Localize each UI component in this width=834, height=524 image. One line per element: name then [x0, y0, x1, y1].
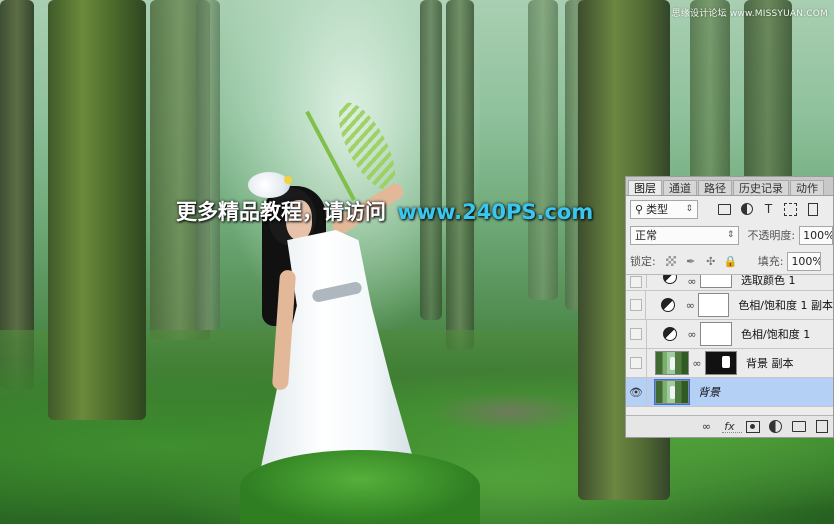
layer-row-background[interactable]: 👁 背景 [626, 378, 833, 407]
hair-flower [248, 172, 290, 198]
filter-icons: T [716, 201, 821, 218]
adjustment-layer-icon [655, 323, 684, 345]
layer-name: 色相/饱和度 1 [741, 328, 811, 341]
link-icon: ∞ [687, 327, 697, 341]
visibility-toggle[interactable] [626, 291, 647, 319]
layer-image-thumbnail[interactable] [655, 351, 689, 375]
visibility-toggle[interactable] [626, 320, 647, 348]
tree-trunk [528, 0, 558, 300]
blend-mode-value: 正常 [635, 229, 657, 242]
chevron-updown-icon: ⇕ [726, 230, 735, 240]
panel-tabs: 图层 通道 路径 历史记录 动作 [626, 177, 833, 196]
layer-name: 选取颜色 1 [741, 275, 796, 287]
blend-mode-dropdown[interactable]: 正常 ⇕ [630, 225, 740, 245]
new-layer-icon[interactable] [814, 419, 829, 434]
lock-position-icon[interactable]: ✣ [704, 254, 718, 268]
layer-name: 色相/饱和度 1 副本 [738, 299, 834, 312]
lock-transparent-pixels-icon[interactable] [664, 254, 678, 268]
link-icon: ∞ [687, 275, 697, 288]
lock-row: 锁定: ✒ ✣ 🔒 填充: 100% [626, 248, 833, 274]
panel-bottom-bar: ∞ fx [626, 415, 833, 437]
opacity-input[interactable]: 100% [799, 225, 833, 245]
layer-image-thumbnail[interactable] [654, 379, 690, 405]
tab-actions[interactable]: 动作 [790, 180, 824, 195]
tree-trunk [420, 0, 442, 320]
layer-row-selective-color[interactable]: ∞ 选取颜色 1 [626, 275, 833, 291]
layer-name: 背景 [698, 386, 720, 399]
visibility-toggle[interactable] [626, 275, 647, 288]
adjustment-filter-icon[interactable] [738, 201, 755, 218]
tab-paths[interactable]: 路径 [698, 180, 732, 195]
link-icon: ∞ [685, 298, 695, 312]
image-filter-icon[interactable] [716, 201, 733, 218]
lock-all-icon[interactable]: 🔒 [724, 254, 738, 268]
site-watermark: 思缘设计论坛 www.MISSYUAN.COM [671, 9, 828, 19]
hair-flower-bud [284, 176, 292, 184]
layers-panel: 图层 通道 路径 历史记录 动作 ⚲ 类型 ⇕ T 正常 ⇕ 不透明度: 100… [625, 176, 834, 438]
opacity-label: 不透明度: [747, 229, 796, 242]
panel-resize-grip[interactable] [722, 432, 742, 436]
link-layers-icon[interactable]: ∞ [699, 419, 714, 434]
eye-icon[interactable]: 👁 [626, 378, 647, 406]
fill-input[interactable]: 100% [787, 251, 822, 271]
blend-row: 正常 ⇕ 不透明度: 100% [626, 222, 833, 248]
adjustment-layer-icon [655, 275, 684, 288]
layer-mask-thumbnail[interactable] [700, 322, 732, 346]
promo-headline: 更多精品教程，请访问 www.240PS.com [176, 196, 593, 226]
tree-trunk [196, 0, 220, 330]
new-group-icon[interactable] [791, 419, 806, 434]
promo-headline-url: www.240PS.com [397, 200, 594, 224]
layer-row-hue-saturation-copy[interactable]: ∞ 色相/饱和度 1 副本 [626, 291, 833, 320]
link-icon: ∞ [692, 356, 702, 370]
layer-name: 背景 副本 [746, 357, 794, 370]
layer-row-hue-saturation[interactable]: ∞ 色相/饱和度 1 [626, 320, 833, 349]
smart-object-filter-icon[interactable] [804, 201, 821, 218]
layer-mask-thumbnail[interactable] [698, 293, 730, 317]
foreground-grass [240, 450, 480, 524]
forest-path [430, 392, 590, 432]
search-icon: ⚲ [635, 202, 644, 216]
layer-mask-thumbnail[interactable] [705, 351, 737, 375]
lock-label: 锁定: [630, 255, 656, 268]
text-filter-icon[interactable]: T [760, 201, 777, 218]
tab-channels[interactable]: 通道 [663, 180, 697, 195]
tab-history[interactable]: 历史记录 [733, 180, 789, 195]
promo-headline-text: 更多精品教程，请访问 [176, 200, 386, 224]
tree-trunk [446, 0, 474, 350]
mossy-tree-trunk-left [48, 0, 146, 420]
visibility-toggle[interactable] [626, 349, 647, 377]
filter-row: ⚲ 类型 ⇕ T [626, 196, 833, 222]
adjustment-layer-icon [654, 294, 682, 316]
chevron-updown-icon: ⇕ [685, 204, 693, 214]
adjustment-layer-icon[interactable] [768, 419, 783, 434]
layer-list: ∞ 选取颜色 1 ∞ 色相/饱和度 1 副本 ∞ 色相/饱和度 1 ∞ 背景 副… [626, 274, 833, 407]
add-mask-icon[interactable] [745, 419, 760, 434]
lock-image-pixels-icon[interactable]: ✒ [684, 254, 698, 268]
tab-layers[interactable]: 图层 [628, 180, 662, 195]
layer-row-background-copy[interactable]: ∞ 背景 副本 [626, 349, 833, 378]
layer-filter-value: 类型 [646, 203, 669, 216]
shape-filter-icon[interactable] [782, 201, 799, 218]
layer-mask-thumbnail[interactable] [700, 275, 732, 288]
layer-filter-dropdown[interactable]: ⚲ 类型 ⇕ [630, 199, 698, 219]
fill-label: 填充: [757, 255, 784, 268]
